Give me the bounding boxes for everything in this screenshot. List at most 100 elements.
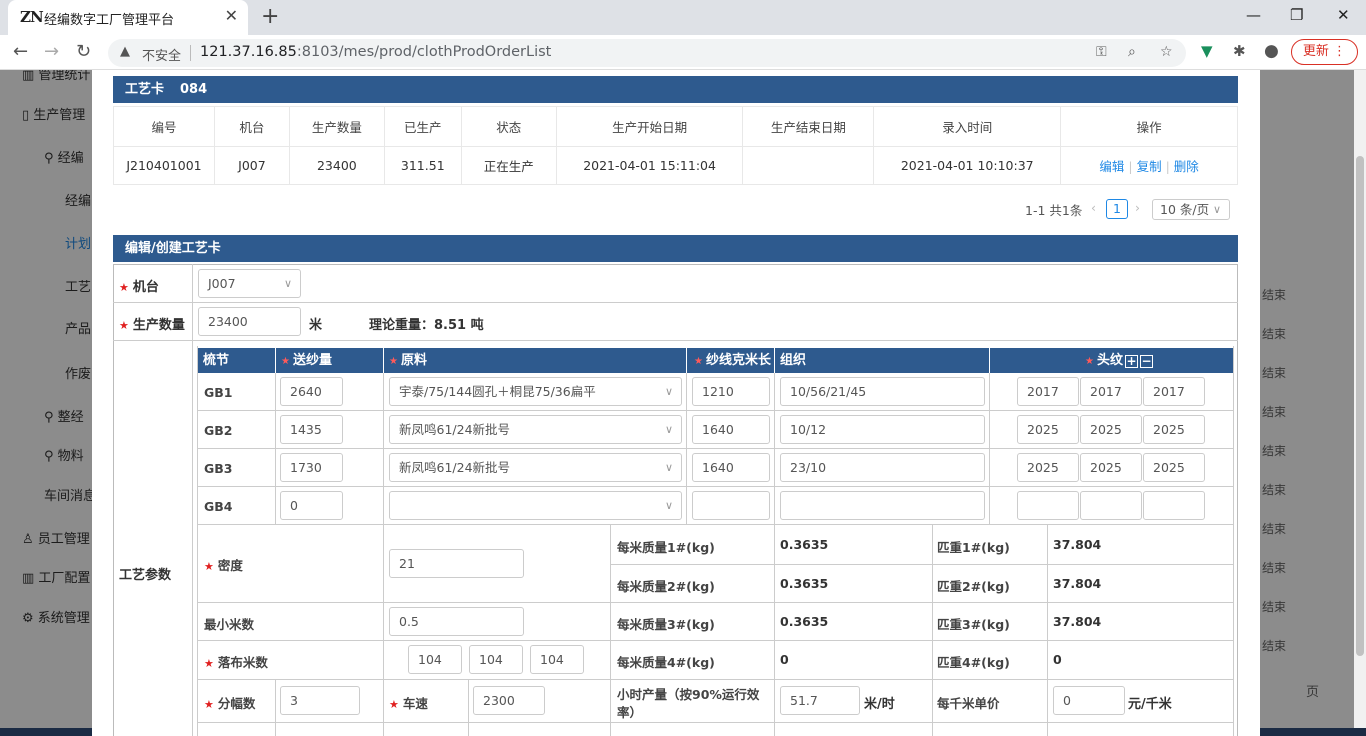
new-tab-button[interactable]: + [261, 4, 279, 29]
bar-label: GB1 [204, 385, 233, 400]
chevron-down-icon: ∨ [664, 499, 673, 512]
browser-tab[interactable]: ZN 经编数字工厂管理平台 ✕ [8, 0, 248, 35]
address-bar[interactable]: ▲ 不安全 121.37.16.85:8103/mes/prod/clothPr… [108, 39, 1186, 67]
minimize-button[interactable]: — [1246, 6, 1261, 24]
yarn-weight-input[interactable] [692, 491, 770, 520]
profile-icon[interactable]: ● [1264, 41, 1279, 61]
pattern-input[interactable]: 10/12 [780, 415, 985, 444]
drop-meter-input[interactable]: 104 [408, 645, 462, 674]
head-input[interactable]: 2017 [1143, 377, 1205, 406]
process-params-label: 工艺参数 [119, 568, 172, 583]
url-text[interactable]: 121.37.16.85:8103/mes/prod/clothProdOrde… [200, 44, 551, 60]
speed-input[interactable]: 2300 [473, 686, 545, 715]
param-divider [383, 524, 384, 736]
piece-weight-value: 37.804 [1053, 576, 1102, 591]
warning-icon[interactable]: ▲ [120, 44, 130, 59]
drop-meter-input[interactable]: 104 [469, 645, 523, 674]
piece-weight-label: 匹重4#(kg) [937, 655, 1010, 670]
maximize-button[interactable]: ❐ [1290, 6, 1303, 24]
price-unit: 元/千米 [1128, 697, 1172, 712]
head-input[interactable] [1080, 491, 1142, 520]
tab-title: 经编数字工厂管理平台 [44, 13, 175, 28]
page-size-select[interactable]: 10 条/页 ∨ [1152, 199, 1230, 220]
window-close-button[interactable]: ✕ [1337, 6, 1350, 24]
delete-link[interactable]: 删除 [1174, 159, 1199, 174]
mass-value: 0.3635 [780, 614, 829, 629]
param-divider [468, 679, 469, 736]
machine-select[interactable]: J007 ∨ [198, 269, 301, 298]
reload-button[interactable]: ↻ [76, 41, 91, 62]
process-card-title: 工艺卡 [125, 82, 165, 97]
head-input[interactable] [1017, 491, 1079, 520]
hourly-output-label: 小时产量（按90%运行效 [617, 687, 760, 702]
pattern-input[interactable]: 23/10 [780, 453, 985, 482]
head-input[interactable]: 2017 [1017, 377, 1079, 406]
head-input[interactable]: 2025 [1143, 453, 1205, 482]
head-input[interactable]: 2025 [1143, 415, 1205, 444]
key-icon[interactable]: ⚿ [1096, 44, 1107, 60]
yarn-weight-input[interactable]: 1640 [692, 453, 770, 482]
machine-label: ★ 机台 [119, 280, 159, 295]
material-select[interactable]: 宇泰/75/144圆孔＋桐昆75/36扁平 ∨ [389, 377, 682, 406]
split-input[interactable]: 3 [280, 686, 360, 715]
min-meter-label: 最小米数 [204, 617, 255, 632]
feed-input[interactable]: 0 [280, 491, 343, 520]
piece-weight-value: 0 [1053, 652, 1062, 667]
price-input[interactable]: 0 [1053, 686, 1125, 715]
add-head-icon[interactable]: + [1125, 355, 1138, 368]
head-input[interactable]: 2025 [1080, 415, 1142, 444]
drop-meter-input[interactable]: 104 [530, 645, 584, 674]
head-input[interactable]: 2025 [1017, 453, 1079, 482]
speed-label: ★ 车速 [389, 696, 428, 711]
update-button[interactable]: 更新 ⋮ [1291, 39, 1358, 65]
table-row[interactable]: J210401001 J007 23400 311.51 正在生产 2021-0… [113, 146, 1238, 185]
feed-input[interactable]: 1730 [280, 453, 343, 482]
pattern-input[interactable] [780, 491, 985, 520]
back-button[interactable]: ← [13, 41, 28, 62]
param-divider [610, 524, 611, 736]
prev-page-button[interactable]: ‹ [1091, 200, 1096, 215]
theory-weight: 理论重量：8.51 吨 [369, 318, 484, 333]
hourly-output-input[interactable]: 51.7 [780, 686, 860, 715]
vue-devtools-icon[interactable]: ▼ [1201, 42, 1213, 60]
head-input[interactable]: 2025 [1017, 415, 1079, 444]
head-input[interactable]: 2025 [1080, 453, 1142, 482]
action-divider: | [1128, 159, 1133, 174]
security-label[interactable]: 不安全 [142, 45, 181, 64]
edit-link[interactable]: 编辑 [1099, 159, 1124, 174]
browser-toolbar: ← → ↻ ▲ 不安全 121.37.16.85:8103/mes/prod/c… [0, 35, 1366, 70]
feed-input[interactable]: 1435 [280, 415, 343, 444]
drop-meter-label: ★ 落布米数 [204, 655, 268, 670]
head-input[interactable] [1143, 491, 1205, 520]
material-select[interactable]: 新凤鸣61/24新批号 ∨ [389, 453, 682, 482]
edit-section-title-bar: 编辑/创建工艺卡 [113, 235, 1238, 262]
feed-input[interactable]: 2640 [280, 377, 343, 406]
next-page-button[interactable]: › [1135, 200, 1140, 215]
material-select[interactable]: 新凤鸣61/24新批号 ∨ [389, 415, 682, 444]
remove-head-icon[interactable]: − [1140, 355, 1153, 368]
page-size-value: 10 条/页 [1160, 202, 1210, 217]
piece-weight-value: 37.804 [1053, 537, 1102, 552]
zoom-icon[interactable]: ⌕ [1128, 44, 1136, 60]
forward-button[interactable]: → [44, 41, 59, 62]
copy-link[interactable]: 复制 [1137, 159, 1162, 174]
min-meter-input[interactable]: 0.5 [389, 607, 524, 636]
pattern-input[interactable]: 10/56/21/45 [780, 377, 985, 406]
yarn-weight-input[interactable]: 1640 [692, 415, 770, 444]
material-select[interactable]: ∨ [389, 491, 682, 520]
extensions-icon[interactable]: ✱ [1233, 42, 1246, 60]
col-header: 录入时间 [873, 106, 1062, 147]
grid-divider [197, 346, 198, 736]
bookmark-star-icon[interactable]: ☆ [1160, 44, 1173, 60]
action-divider: | [1165, 159, 1170, 174]
mass-label: 每米质量2#(kg) [617, 579, 715, 594]
chevron-down-icon: ∨ [664, 423, 673, 436]
page-scrollbar[interactable] [1354, 70, 1366, 736]
scrollbar-thumb[interactable] [1356, 156, 1364, 656]
qty-input[interactable]: 23400 [198, 307, 301, 336]
head-input[interactable]: 2017 [1080, 377, 1142, 406]
tab-close-icon[interactable]: ✕ [225, 6, 238, 25]
page-1-button[interactable]: 1 [1106, 199, 1128, 219]
yarn-weight-input[interactable]: 1210 [692, 377, 770, 406]
density-input[interactable]: 21 [389, 549, 524, 578]
